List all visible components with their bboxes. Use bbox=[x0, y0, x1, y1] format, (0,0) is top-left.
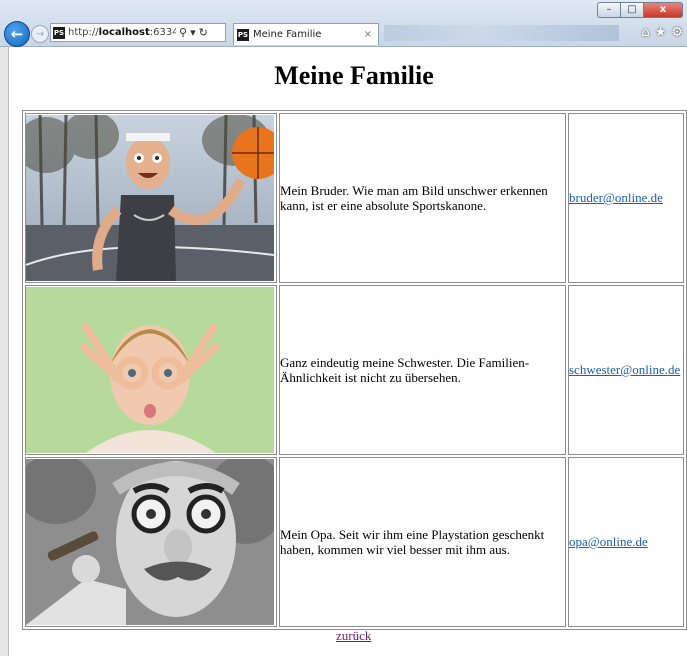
search-icon[interactable]: ⚲ bbox=[179, 26, 187, 39]
home-icon[interactable]: ⌂ bbox=[641, 25, 649, 40]
back-link[interactable]: zurück bbox=[336, 628, 371, 644]
favicon-icon: PS bbox=[53, 26, 65, 39]
browser-tools: ⌂ ★ ⚙ bbox=[641, 25, 683, 40]
tab-close-icon[interactable]: × bbox=[364, 29, 372, 40]
image-cell bbox=[25, 457, 277, 627]
description-cell: Mein Opa. Seit wir ihm eine Playstation … bbox=[278, 457, 566, 627]
email-link-schwester[interactable]: schwester@online.de bbox=[569, 362, 680, 377]
tab-favicon-icon: PS bbox=[237, 28, 249, 41]
description-cell: Mein Bruder. Wie man am Bild unschwer er… bbox=[278, 113, 566, 283]
email-cell: schwester@online.de bbox=[568, 285, 684, 455]
address-bar[interactable]: PS http://localhost:63342/HTM ⚲ ▾ ↻ bbox=[50, 23, 226, 42]
table-row: Ganz eindeutig meine Schwester. Die Fami… bbox=[25, 285, 684, 455]
family-table: Mein Bruder. Wie man am Bild unschwer er… bbox=[22, 110, 687, 630]
email-link-opa[interactable]: opa@online.de bbox=[569, 534, 648, 549]
back-button[interactable]: ← bbox=[4, 21, 30, 47]
tab-meine-familie[interactable]: PS Meine Familie × bbox=[233, 23, 379, 45]
grandpa-photo bbox=[26, 459, 274, 625]
page-title: Meine Familie bbox=[274, 61, 434, 90]
image-cell bbox=[25, 285, 277, 455]
browser-chrome: – □ x ← → PS http://localhost:63342/HTM … bbox=[0, 0, 687, 47]
dropdown-icon[interactable]: ▾ bbox=[190, 26, 196, 39]
page-left-border bbox=[0, 47, 9, 656]
page-content: Meine Familie Mein Bruder. Wie man am Bi… bbox=[9, 47, 687, 656]
minimize-button[interactable]: – bbox=[597, 2, 621, 18]
email-link-bruder[interactable]: bruder@online.de bbox=[569, 190, 663, 205]
arrow-left-icon: ← bbox=[10, 25, 24, 43]
description-cell: Ganz eindeutig meine Schwester. Die Fami… bbox=[278, 285, 566, 455]
refresh-icon[interactable]: ↻ bbox=[199, 26, 208, 39]
star-icon[interactable]: ★ bbox=[655, 25, 667, 40]
table-row: Mein Opa. Seit wir ihm eine Playstation … bbox=[25, 457, 684, 627]
address-url[interactable]: http://localhost:63342/HTM bbox=[68, 27, 176, 38]
brother-photo bbox=[26, 115, 274, 281]
image-cell bbox=[25, 113, 277, 283]
forward-button[interactable]: → bbox=[31, 25, 49, 43]
email-cell: bruder@online.de bbox=[568, 113, 684, 283]
gear-icon[interactable]: ⚙ bbox=[671, 25, 683, 40]
maximize-button[interactable]: □ bbox=[621, 2, 644, 18]
email-cell: opa@online.de bbox=[568, 457, 684, 627]
tab-title: Meine Familie bbox=[253, 29, 322, 40]
blurred-tabs-area bbox=[384, 25, 619, 41]
sister-photo bbox=[26, 287, 274, 453]
table-row: Mein Bruder. Wie man am Bild unschwer er… bbox=[25, 113, 684, 283]
window-controls: – □ x bbox=[597, 2, 683, 18]
arrow-right-icon: → bbox=[35, 28, 45, 40]
close-window-button[interactable]: x bbox=[644, 2, 683, 18]
